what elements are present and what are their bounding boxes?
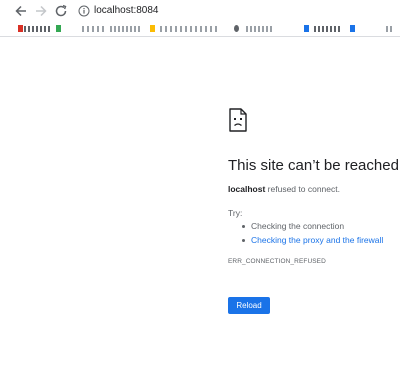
address-bar-url[interactable]: localhost:8084 — [94, 4, 159, 17]
bookmark-item[interactable] — [386, 26, 394, 32]
bookmark-item[interactable] — [314, 26, 340, 32]
suggestion-check-proxy-firewall-link[interactable]: Checking the proxy and the firewall — [240, 235, 383, 249]
error-title: This site can’t be reached — [228, 157, 399, 174]
suggestion-check-connection: Checking the connection — [240, 221, 383, 235]
bookmark-favicon-icon[interactable] — [18, 25, 23, 32]
bookmark-favicon-icon[interactable] — [150, 25, 155, 32]
suggestions-list: Checking the connection Checking the pro… — [240, 221, 383, 249]
bookmarks-bar — [0, 22, 400, 37]
bookmark-item[interactable] — [160, 26, 220, 32]
bookmark-favicon-icon[interactable] — [234, 25, 239, 32]
reload-button[interactable]: Reload — [228, 297, 270, 314]
bookmark-favicon-icon[interactable] — [304, 25, 309, 32]
error-code: ERR_CONNECTION_REFUSED — [228, 258, 326, 265]
error-message-text: refused to connect. — [265, 184, 340, 194]
bookmark-item[interactable] — [24, 26, 50, 32]
try-label: Try: — [228, 208, 243, 218]
browser-toolbar: localhost:8084 — [0, 0, 400, 22]
sad-page-icon — [229, 108, 247, 132]
error-message: localhost refused to connect. — [228, 184, 340, 195]
bookmark-item[interactable] — [246, 26, 272, 32]
bookmark-item[interactable] — [110, 26, 140, 32]
back-icon[interactable] — [14, 4, 28, 18]
bookmark-favicon-icon[interactable] — [350, 25, 355, 32]
error-host: localhost — [228, 184, 266, 194]
info-icon[interactable] — [78, 4, 90, 17]
reload-icon[interactable] — [54, 4, 68, 18]
bookmark-item[interactable] — [82, 26, 106, 32]
forward-icon[interactable] — [34, 4, 48, 18]
bookmark-favicon-icon[interactable] — [56, 25, 61, 32]
